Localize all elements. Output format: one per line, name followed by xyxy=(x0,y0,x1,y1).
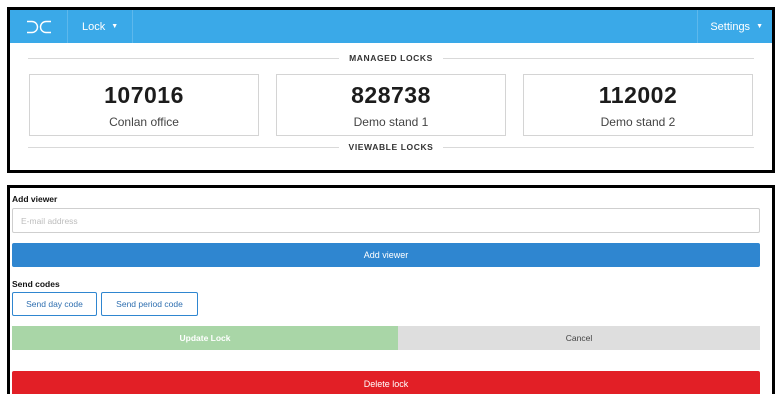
form-actions: Update Lock Cancel xyxy=(12,326,760,350)
add-viewer-label: Add viewer xyxy=(12,194,58,204)
lock-name: Conlan office xyxy=(109,114,179,129)
lock-card[interactable]: 828738 Demo stand 1 xyxy=(276,74,506,136)
send-codes-label: Send codes xyxy=(12,279,60,289)
managed-locks-list: 107016 Conlan office 828738 Demo stand 1… xyxy=(29,74,753,136)
lock-code: 112002 xyxy=(598,81,678,108)
lock-edit-panel: Add viewer Add viewer Send codes Send da… xyxy=(7,185,775,394)
add-viewer-button[interactable]: Add viewer xyxy=(12,243,760,267)
caret-down-icon: ▼ xyxy=(111,23,119,30)
lock-menu-label: Lock xyxy=(82,20,106,33)
lock-name: Demo stand 2 xyxy=(600,114,676,129)
delete-lock-button[interactable]: Delete lock xyxy=(12,371,760,394)
lock-card[interactable]: 107016 Conlan office xyxy=(29,74,259,136)
settings-menu[interactable]: Settings ▼ xyxy=(697,10,772,43)
cancel-button[interactable]: Cancel xyxy=(398,326,760,350)
viewable-locks-title: VIEWABLE LOCKS xyxy=(338,142,444,152)
managed-locks-title: MANAGED LOCKS xyxy=(339,53,443,63)
lock-overview-panel: Lock ▼ Settings ▼ MANAGED LOCKS 107016 C… xyxy=(7,7,775,173)
lock-name: Demo stand 1 xyxy=(353,114,429,129)
lock-card[interactable]: 112002 Demo stand 2 xyxy=(523,74,753,136)
send-codes-group: Send day code Send period code xyxy=(12,292,198,316)
lock-menu[interactable]: Lock ▼ xyxy=(68,10,134,43)
caret-down-icon: ▼ xyxy=(756,23,763,30)
lock-code: 828738 xyxy=(351,81,431,108)
send-period-code-button[interactable]: Send period code xyxy=(101,292,198,316)
dc-logo-icon[interactable] xyxy=(10,10,68,43)
top-navbar: Lock ▼ Settings ▼ xyxy=(10,10,772,43)
send-day-code-button[interactable]: Send day code xyxy=(12,292,97,316)
managed-locks-heading: MANAGED LOCKS xyxy=(28,48,754,68)
email-field[interactable] xyxy=(12,208,760,233)
update-lock-button[interactable]: Update Lock xyxy=(12,326,398,350)
lock-code: 107016 xyxy=(104,81,184,108)
settings-menu-label: Settings xyxy=(710,20,751,33)
viewable-locks-heading: VIEWABLE LOCKS xyxy=(28,137,754,157)
